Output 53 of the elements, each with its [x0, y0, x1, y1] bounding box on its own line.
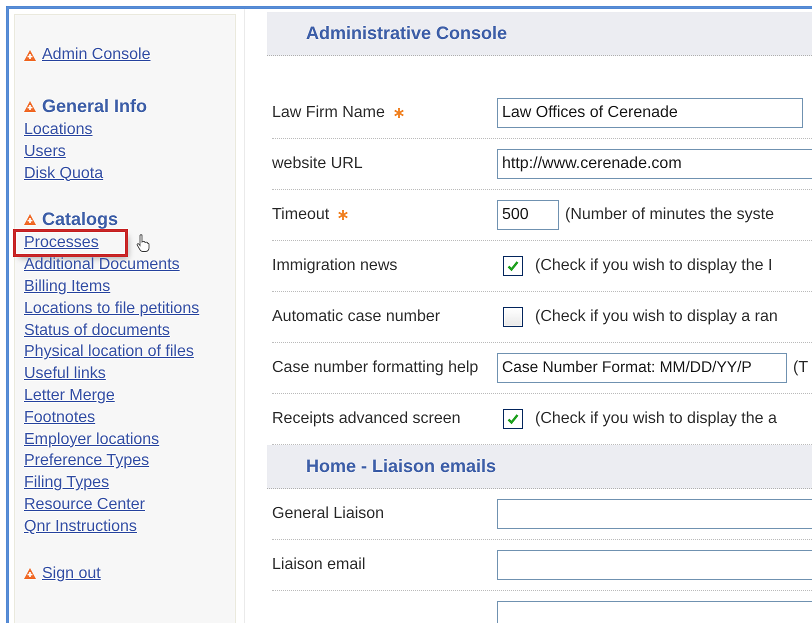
sidebar-link[interactable]: Physical location of files [24, 341, 194, 364]
input-field[interactable] [497, 550, 812, 580]
field-label: Automatic case number [272, 307, 440, 327]
field-label: Law Firm Name [272, 103, 385, 123]
field-note: (Check if you wish to display a ran [535, 308, 778, 326]
check-icon [506, 259, 520, 273]
triangle-icon [24, 100, 36, 112]
input-field[interactable] [497, 499, 812, 529]
group-heading: General Info [42, 96, 148, 116]
field-label: Timeout [272, 205, 330, 225]
sidebar-link[interactable]: Locations to file petitions [24, 298, 200, 320]
sidebar-link[interactable]: Qnr Instructions [24, 516, 137, 538]
field-label: Liaison email [272, 555, 366, 575]
field-label: Case number formatting help [272, 358, 478, 378]
sidebar-link[interactable]: Locations [24, 119, 92, 141]
input-field[interactable]: http://www.cerenade.com [497, 149, 812, 179]
field-label: Receipts advanced screen [272, 409, 461, 429]
sidebar-link[interactable]: Letter Merge [24, 384, 115, 407]
sidebar-link[interactable]: Resource Center [24, 494, 145, 516]
group-heading: Catalogs [42, 208, 118, 230]
sidebar-link[interactable]: Footnotes [24, 406, 96, 429]
field-note: (Check if you wish to display the I [535, 257, 772, 275]
sidebar-link[interactable]: Useful links [24, 363, 106, 385]
field-note: (Check if you wish to display the a [535, 410, 777, 428]
triangle-icon [24, 214, 36, 225]
field-note: (T [793, 359, 808, 377]
section-title: Administrative Console [306, 23, 508, 44]
triangle-icon [24, 568, 36, 580]
input-field[interactable]: Law Offices of Cerenade [497, 98, 803, 128]
sidebar-link[interactable]: Sign out [42, 564, 101, 583]
triangle-icon [24, 50, 36, 60]
input-field[interactable]: Case Number Format: MM/DD/YY/P [497, 353, 787, 383]
sidebar-link[interactable]: Users [24, 140, 66, 163]
sidebar-link[interactable]: Employer locations [24, 428, 160, 450]
section-title: Home - Liaison emails [306, 456, 496, 477]
sidebar-link[interactable]: Additional Documents [24, 254, 180, 276]
input-field[interactable]: 500 [497, 200, 559, 230]
sidebar-link[interactable]: Disk Quota [24, 162, 104, 184]
check-icon [506, 412, 520, 426]
field-note: (Number of minutes the syste [565, 206, 774, 224]
field-label: Immigration news [272, 256, 398, 276]
field-label: website URL [272, 154, 363, 174]
sidebar-link[interactable]: Status of documents [24, 320, 170, 342]
sidebar-link[interactable]: Admin Console [42, 46, 150, 64]
hand-cursor-icon [136, 234, 150, 252]
checkbox[interactable] [503, 256, 523, 276]
sidebar-link[interactable]: Filing Types [24, 472, 110, 494]
checkbox[interactable] [503, 307, 523, 327]
checkbox[interactable] [503, 409, 523, 429]
field-label: General Liaison [272, 504, 384, 524]
sidebar-link[interactable]: Processes [16, 232, 125, 254]
sidebar-link[interactable]: Preference Types [24, 450, 150, 472]
sidebar-link[interactable]: Billing Items [24, 276, 110, 298]
